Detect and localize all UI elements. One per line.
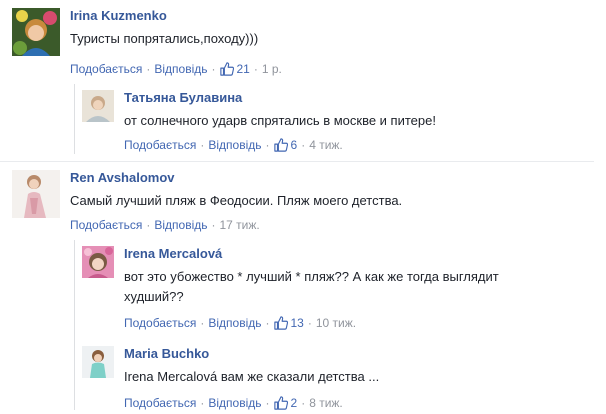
comment-text: от солнечного ударв спрятались в москве …	[124, 113, 436, 128]
avatar[interactable]	[82, 346, 114, 378]
reply-link[interactable]: Відповідь	[154, 218, 207, 232]
comment-author[interactable]: Irina Kuzmenko	[70, 8, 570, 24]
separator-dot: ·	[146, 218, 151, 232]
comment-time[interactable]: 1 р.	[262, 62, 282, 76]
comment-text: Irena Mercalová вам же сказали детства .…	[124, 369, 380, 384]
like-link[interactable]: Подобається	[124, 396, 196, 410]
thumbs-up-icon	[273, 138, 288, 152]
like-count[interactable]: 13	[273, 316, 304, 330]
scrollbar[interactable]	[594, 0, 606, 414]
separator-dot: ·	[301, 138, 306, 152]
comment-text: Самый лучший пляж в Феодосии. Пляж моего…	[70, 193, 403, 208]
comment-actions: Подобається · Відповідь · 2 · 8 тиж.	[124, 396, 343, 410]
comment-text: Туристы попрятались,походу)))	[70, 31, 259, 46]
comment-actions: Подобається · Відповідь · 17 тиж.	[70, 218, 260, 232]
comment-actions: Подобається · Відповідь · 21 · 1 р.	[70, 62, 282, 76]
like-count-value: 21	[236, 62, 250, 76]
thumbs-up-icon	[219, 62, 234, 76]
reply-link[interactable]: Відповідь	[208, 316, 261, 330]
comment-divider	[0, 161, 594, 162]
avatar-photo-woman-icon	[82, 346, 114, 378]
avatar-photo-woman-icon	[12, 8, 60, 56]
like-count[interactable]: 2	[273, 396, 298, 410]
thumbs-up-icon	[273, 396, 288, 410]
thumbs-up-icon	[273, 316, 288, 330]
comment-time[interactable]: 10 тиж.	[316, 316, 356, 330]
comment-time[interactable]: 8 тиж.	[309, 396, 343, 410]
separator-dot: ·	[146, 62, 151, 76]
avatar-photo-woman-icon	[82, 90, 114, 122]
separator-dot: ·	[200, 316, 205, 330]
reply-thread-line	[74, 84, 75, 154]
avatar-photo-woman-icon	[12, 170, 60, 218]
separator-dot: ·	[200, 138, 205, 152]
reply-link[interactable]: Відповідь	[208, 396, 261, 410]
comment-body: Irena Mercalová вот это убожество * лучш…	[124, 246, 584, 307]
comment-body: Татьяна Булавина от солнечного ударв спр…	[124, 90, 584, 131]
comment-body: Irina Kuzmenko Туристы попрятались,поход…	[70, 8, 570, 49]
comment-author[interactable]: Татьяна Булавина	[124, 90, 584, 106]
avatar[interactable]	[82, 90, 114, 122]
reply-link[interactable]: Відповідь	[154, 62, 207, 76]
comment-body: Maria Buchko Irena Mercalová вам же сказ…	[124, 346, 584, 387]
like-link[interactable]: Подобається	[124, 138, 196, 152]
separator-dot: ·	[307, 316, 312, 330]
reply-link[interactable]: Відповідь	[208, 138, 261, 152]
separator-dot: ·	[253, 62, 258, 76]
like-link[interactable]: Подобається	[70, 62, 142, 76]
separator-dot: ·	[265, 316, 270, 330]
separator-dot: ·	[211, 218, 216, 232]
like-link[interactable]: Подобається	[70, 218, 142, 232]
separator-dot: ·	[265, 396, 270, 410]
like-count-value: 6	[290, 138, 298, 152]
separator-dot: ·	[301, 396, 306, 410]
separator-dot: ·	[200, 396, 205, 410]
avatar[interactable]	[82, 246, 114, 278]
comment-time[interactable]: 4 тиж.	[309, 138, 343, 152]
like-count[interactable]: 6	[273, 138, 298, 152]
like-count[interactable]: 21	[219, 62, 250, 76]
avatar[interactable]	[12, 8, 60, 56]
separator-dot: ·	[265, 138, 270, 152]
comment-body: Ren Avshalomov Самый лучший пляж в Феодо…	[70, 170, 570, 211]
comment-author[interactable]: Ren Avshalomov	[70, 170, 570, 186]
avatar-photo-woman-icon	[82, 246, 114, 278]
reply-thread-line	[74, 240, 75, 410]
avatar[interactable]	[12, 170, 60, 218]
like-count-value: 13	[290, 316, 304, 330]
comment-author[interactable]: Irena Mercalová	[124, 246, 584, 262]
comment-text-line-2: худший??	[124, 289, 184, 304]
like-link[interactable]: Подобається	[124, 316, 196, 330]
comment-actions: Подобається · Відповідь · 13 · 10 тиж.	[124, 316, 356, 330]
comment-author[interactable]: Maria Buchko	[124, 346, 584, 362]
separator-dot: ·	[211, 62, 216, 76]
comment-actions: Подобається · Відповідь · 6 · 4 тиж.	[124, 138, 343, 152]
comment-time[interactable]: 17 тиж.	[220, 218, 260, 232]
comment-text-line-1: вот это убожество * лучший * пляж?? А ка…	[124, 269, 499, 284]
like-count-value: 2	[290, 396, 298, 410]
